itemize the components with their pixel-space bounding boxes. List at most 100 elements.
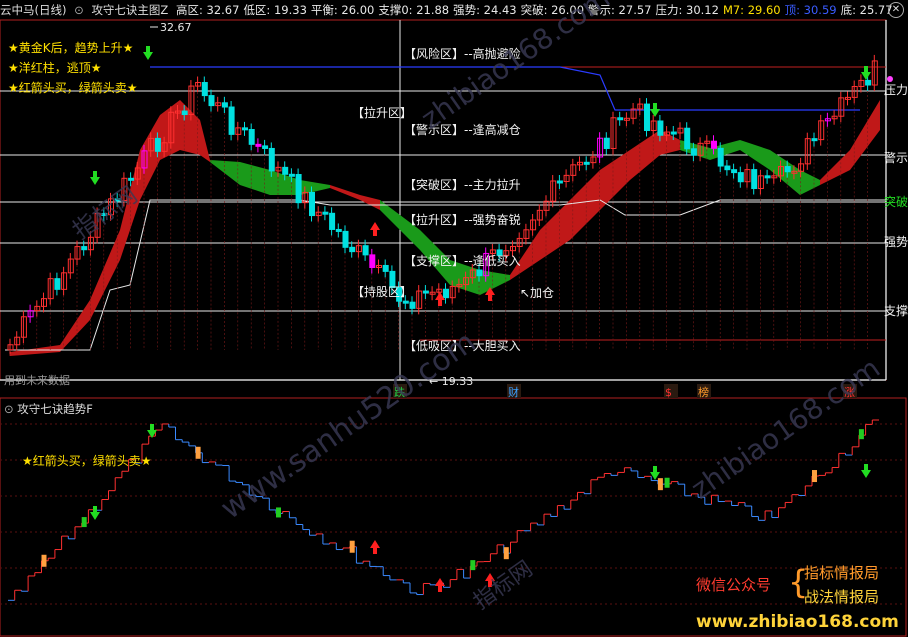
candle-body (690, 148, 697, 156)
candle-body (382, 264, 389, 272)
candle-body (583, 161, 590, 165)
bottom-tag-2: $ (665, 386, 672, 399)
candle-body (248, 129, 255, 145)
buy-arrow-icon (370, 540, 380, 554)
candle-body (268, 147, 275, 172)
promo-site: www.zhibiao168.com (696, 612, 899, 632)
sell-arrow-icon (143, 46, 153, 60)
candle-body (684, 127, 691, 150)
candle-body (409, 301, 416, 309)
candle-body (369, 254, 376, 269)
sub-indicator-title[interactable]: ⊙ 攻守七诀趋势F (4, 401, 93, 417)
candle-body (731, 169, 738, 174)
candle-body (262, 145, 269, 149)
candle-body (288, 173, 295, 177)
candle-body (201, 82, 208, 97)
main-legend-2: ★红箭头买，绿箭头卖★ (8, 80, 138, 95)
candle-body (309, 191, 315, 217)
candle-body (349, 246, 356, 253)
promo-line-1: 指标情报局 (804, 564, 880, 582)
wechat-label: 微信公众号 (696, 576, 772, 594)
candle-body (295, 174, 302, 204)
bull-band (820, 100, 880, 185)
candle-body (603, 137, 610, 149)
trend-marker (657, 478, 663, 491)
candle-body (181, 110, 188, 116)
collapse-icon[interactable]: ⊙ (4, 402, 17, 416)
candle-body (764, 175, 771, 179)
sell-arrow-icon (90, 506, 100, 520)
zone-label-4: 【拉升区】--强势奋锐 (404, 212, 521, 227)
add-position-label: ↖加仓 (520, 286, 554, 300)
buy-arrow-icon (370, 222, 380, 236)
zone-label-3: 【突破区】--主力拉升 (404, 177, 521, 192)
sell-arrow-icon (650, 103, 660, 117)
right-label-0: 压力 (884, 83, 908, 97)
sell-arrow-icon (861, 66, 871, 80)
bottom-tag-3: 榜 (698, 385, 709, 399)
watermark-4: 指标网 (469, 557, 537, 615)
candle-body (208, 95, 215, 107)
trend-marker (858, 429, 864, 440)
buy-arrow-icon (435, 578, 445, 592)
candle-body (724, 165, 731, 171)
main-legend-0: ★黄金K后，趋势上升★ (8, 40, 133, 55)
candle-body (443, 288, 449, 299)
candle-body (228, 106, 235, 135)
bull-band (330, 185, 380, 210)
trend-marker (276, 507, 281, 518)
right-label-2: 突破 (884, 194, 908, 209)
chart-canvas[interactable]: 32.67← 19.33★黄金K后，趋势上升★★洋红柱，逃顶★★红箭头买，绿箭头… (0, 0, 908, 637)
magenta-dot (887, 76, 893, 82)
candle-body (282, 166, 289, 175)
promo-line-2: 战法情报局 (804, 588, 880, 606)
candle-body (255, 143, 262, 147)
candle-body (617, 117, 624, 121)
candle-body (242, 127, 248, 131)
candle-body (54, 278, 61, 290)
candle-body (711, 140, 717, 149)
candle-body (81, 246, 88, 251)
trend-marker (41, 554, 47, 567)
candle-body (657, 120, 664, 136)
future-data-note: 用到未来数据 (4, 373, 70, 387)
candle-body (342, 230, 349, 248)
zone-label-5: 【支撑区】--逢低买入 (404, 253, 521, 268)
trend-marker (349, 540, 355, 553)
candle-body (476, 269, 483, 277)
trend-marker (664, 477, 670, 488)
trend-marker (470, 560, 476, 571)
candle-body (670, 131, 677, 135)
candle-body (751, 169, 758, 189)
candle-body (362, 245, 369, 256)
candle-body (422, 290, 429, 294)
main-legend-1: ★洋红柱，逃顶★ (8, 60, 102, 75)
candle-body (128, 177, 135, 181)
candle-body (737, 172, 744, 183)
trend-marker (81, 517, 87, 528)
candle-body (556, 180, 563, 184)
watermark-3: zhibiao168.com (685, 351, 886, 505)
candle-body (221, 102, 228, 108)
high-marker: 32.67 (160, 21, 192, 34)
candle-body (644, 103, 650, 131)
zone-label-1: 【拉升区】 (352, 105, 412, 120)
candle-body (335, 228, 342, 232)
candle-body (154, 137, 161, 152)
candle-body (402, 300, 409, 304)
zone-label-2: 【警示区】--逢高减仓 (404, 122, 521, 137)
trend-marker (195, 446, 201, 459)
bottom-tag-1: 财 (508, 385, 519, 399)
zone-label-6: 【持股区】 (352, 284, 412, 299)
candle-body (784, 166, 791, 173)
right-label-4: 支撑 (884, 303, 908, 318)
right-label-3: 强势 (884, 235, 908, 249)
right-label-1: 警示 (884, 150, 908, 165)
trend-marker (503, 547, 509, 560)
sell-arrow-icon (90, 171, 100, 185)
trend-marker (812, 470, 817, 483)
candle-body (865, 79, 872, 86)
candle-body (329, 212, 336, 230)
sub-legend: ★红箭头买，绿箭头卖★ (22, 453, 152, 468)
watermark-1: www.sanhu520.com (215, 324, 483, 526)
